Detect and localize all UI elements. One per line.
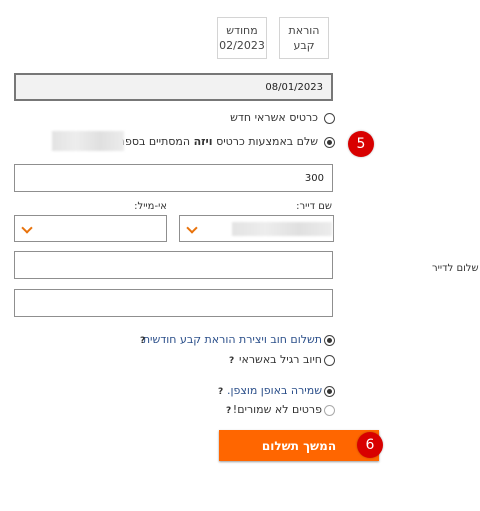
tab-from-month-line2: 02/2023	[219, 39, 265, 52]
step-5-badge: 5	[348, 131, 374, 157]
tab-standing-order-line2: קבע	[293, 39, 315, 52]
side-label: שלום לדייר	[432, 263, 479, 274]
help-icon[interactable]: ?	[218, 387, 223, 397]
tab-standing-order-line1: הוראת	[288, 24, 320, 37]
not-saved-label: פרטים לא שמורים!	[232, 403, 322, 416]
help-icon[interactable]: ?	[226, 406, 231, 416]
text-field-1[interactable]	[14, 251, 333, 279]
date-field[interactable]: 08/01/2023	[14, 73, 333, 101]
tab-from-month[interactable]: מחודש 02/2023	[217, 17, 267, 59]
continue-payment-button[interactable]: המשך תשלום	[219, 430, 379, 461]
tab-standing-order[interactable]: הוראת קבע	[279, 17, 329, 59]
existing-card-prefix: שלם באמצעות כרטיס	[216, 135, 318, 148]
existing-card-brand: ויזה	[193, 135, 213, 148]
help-icon[interactable]: ?	[229, 356, 234, 366]
email-select[interactable]	[14, 215, 167, 242]
monthly-order-label: תשלום חוב ויצירת הוראת קבע חודשית	[142, 333, 322, 346]
amount-value: 300	[304, 172, 324, 184]
chevron-down-icon	[21, 222, 33, 234]
new-card-label: כרטיס אשראי חדש	[230, 111, 318, 124]
redacted-tenant-name	[232, 222, 332, 236]
existing-card-radio[interactable]	[324, 137, 335, 148]
tenant-name-select[interactable]	[179, 215, 334, 242]
tenant-name-label: שם דייר:	[296, 201, 332, 212]
redacted-card-digits	[52, 131, 124, 151]
new-card-radio[interactable]	[324, 113, 335, 124]
monthly-order-radio[interactable]	[324, 335, 335, 346]
regular-charge-label: חיוב רגיל באשראי	[239, 353, 322, 366]
text-field-2[interactable]	[14, 289, 333, 317]
not-saved-radio[interactable]	[324, 405, 335, 416]
save-encrypted-radio[interactable]	[324, 386, 335, 397]
email-label: אי-מייל:	[134, 201, 167, 212]
tab-from-month-line1: מחודש	[226, 24, 258, 37]
existing-card-label: שלם באמצעות כרטיס ויזה המסתיים בספרות	[109, 135, 318, 148]
save-encrypted-label: שמירה באופן מוצפן.	[226, 384, 322, 397]
date-value: 08/01/2023	[265, 81, 323, 93]
step-6-badge: 6	[357, 432, 383, 458]
amount-field[interactable]: 300	[14, 164, 333, 192]
help-icon[interactable]: ?	[140, 336, 145, 346]
regular-charge-radio[interactable]	[324, 355, 335, 366]
chevron-down-icon	[186, 222, 198, 234]
